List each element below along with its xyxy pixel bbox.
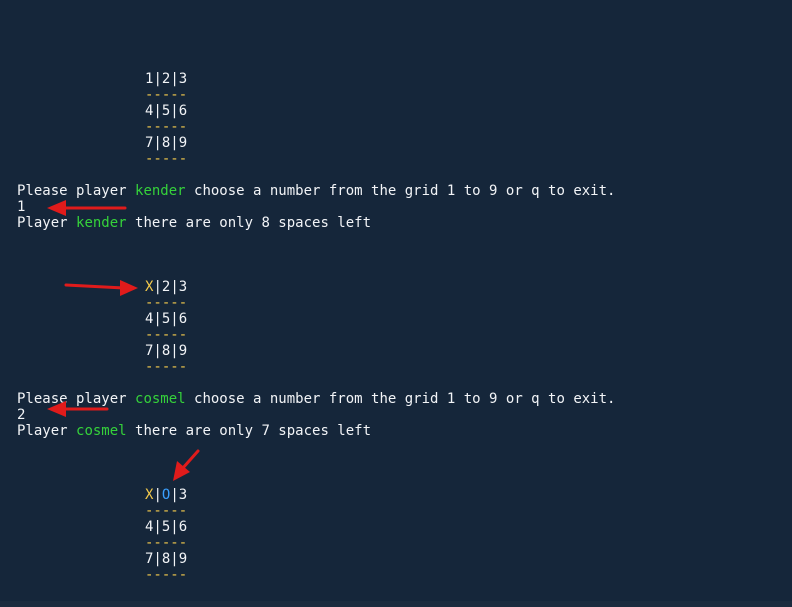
- status-text: Player: [17, 215, 77, 231]
- turn2-prompt: Please player cosmel choose a number fro…: [17, 391, 615, 407]
- board2-row1: X|2|3: [145, 279, 187, 295]
- player-name: cosmel: [135, 391, 186, 407]
- cell: 3: [178, 279, 188, 295]
- board1-divider2: -----: [145, 119, 188, 135]
- cell-separator: |: [153, 487, 162, 503]
- turn2-input: 2: [17, 407, 26, 423]
- board1-divider3: -----: [145, 151, 188, 167]
- board2-divider2: -----: [145, 327, 188, 343]
- player-name: cosmel: [76, 423, 127, 439]
- status-text: Player: [17, 423, 77, 439]
- prompt-text: choose a number from the grid 1 to 9 or …: [185, 183, 616, 199]
- cell: 3: [178, 71, 188, 87]
- board2-row2: 4|5|6: [145, 311, 188, 327]
- board3-divider1: -----: [145, 503, 188, 519]
- turn1-input: 1: [17, 199, 26, 215]
- turn1-prompt: Please player kender choose a number fro…: [17, 183, 615, 199]
- board1-row1: 1|2|3: [145, 71, 187, 87]
- cell-separator: |: [170, 279, 179, 295]
- cell: 3: [178, 487, 188, 503]
- turn1-status: Player kender there are only 8 spaces le…: [17, 215, 371, 231]
- status-text: there are only 7 spaces left: [126, 423, 372, 439]
- board2-row3: 7|8|9: [145, 343, 188, 359]
- cell-separator: |: [153, 279, 162, 295]
- cell-separator: |: [170, 487, 179, 503]
- board3-divider3: -----: [145, 567, 188, 583]
- board3-row1: X|O|3: [145, 487, 187, 503]
- status-text: there are only 8 spaces left: [126, 215, 372, 231]
- terminal-bottom-edge: [0, 601, 792, 607]
- prompt-text: choose a number from the grid 1 to 9 or …: [185, 391, 616, 407]
- board1-divider1: -----: [145, 87, 188, 103]
- board1-row2: 4|5|6: [145, 103, 188, 119]
- terminal-output[interactable]: 1|2|3 ----- 4|5|6 ----- 7|8|9 ----- Plea…: [0, 0, 792, 607]
- player-name: kender: [135, 183, 186, 199]
- player-name: kender: [76, 215, 127, 231]
- board3-divider2: -----: [145, 535, 188, 551]
- board2-divider1: -----: [145, 295, 188, 311]
- prompt-text: Please player: [17, 391, 136, 407]
- prompt-text: Please player: [17, 183, 136, 199]
- cell-separator: |: [170, 71, 179, 87]
- board1-row3: 7|8|9: [145, 135, 188, 151]
- cell-separator: |: [153, 71, 162, 87]
- board2-divider3: -----: [145, 359, 188, 375]
- board3-row3: 7|8|9: [145, 551, 188, 567]
- turn2-status: Player cosmel there are only 7 spaces le…: [17, 423, 371, 439]
- board3-row2: 4|5|6: [145, 519, 188, 535]
